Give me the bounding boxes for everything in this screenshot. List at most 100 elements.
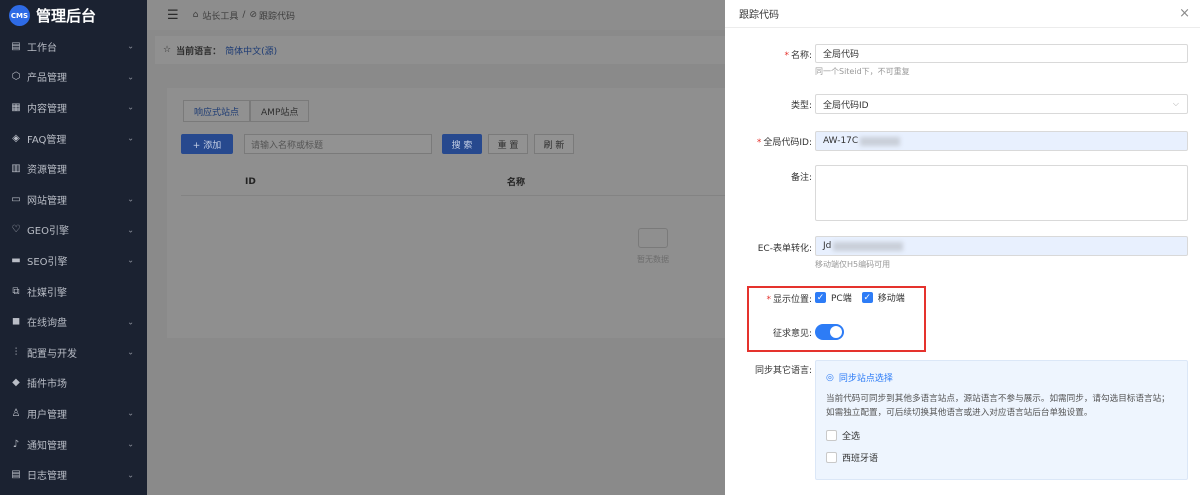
sidebar-item-0[interactable]: ▤ 工作台 ⌄ bbox=[0, 31, 147, 62]
plugin-icon: ◆ bbox=[12, 377, 20, 389]
redacted-blur bbox=[833, 241, 904, 251]
box-icon: ⬡ bbox=[11, 71, 21, 83]
sidebar-item-2[interactable]: ▦ 内容管理 ⌄ bbox=[0, 92, 147, 123]
name-field[interactable]: 全局代码 bbox=[815, 44, 1188, 63]
chat-icon: ◼ bbox=[11, 316, 21, 328]
sidebar-item-9[interactable]: ◼ 在线询盘 ⌄ bbox=[0, 306, 147, 337]
search-button[interactable]: 搜 索 bbox=[442, 134, 482, 154]
chevron-down-icon: ⌄ bbox=[127, 225, 134, 235]
sidebar-item-10[interactable]: ⫶ 配置与开发 ⌄ bbox=[0, 337, 147, 368]
ec-value: Jd bbox=[823, 241, 832, 251]
remark-row: 备注: bbox=[725, 165, 1200, 221]
type-select[interactable]: 全局代码ID ⌵ bbox=[815, 94, 1188, 114]
chevron-down-icon: ⌄ bbox=[127, 408, 134, 418]
chevron-down-icon: ⌄ bbox=[127, 72, 134, 82]
remark-label: 备注: bbox=[790, 173, 812, 183]
ec-help: 移动端仅H5编码可用 bbox=[815, 260, 891, 269]
breadcrumb-current: 跟踪代码 bbox=[258, 11, 295, 22]
sidebar-item-label: FAQ管理 bbox=[27, 134, 67, 146]
ec-row: EC-表单转化: Jd bbox=[725, 236, 1200, 256]
sync-site-link[interactable]: ◎ 同步站点选择 bbox=[826, 371, 1177, 385]
logo[interactable]: CMS 管理后台 bbox=[0, 0, 147, 31]
name-row: * 名称: 全局代码 bbox=[725, 44, 1200, 64]
sidebar-item-7[interactable]: ▬ SEO引擎 ⌄ bbox=[0, 245, 147, 276]
sidebar-item-label: 通知管理 bbox=[27, 440, 67, 452]
sidebar-item-label: 产品管理 bbox=[27, 73, 67, 85]
col-id: ID bbox=[245, 176, 256, 187]
chevron-down-icon: ⌄ bbox=[127, 470, 134, 480]
heart-icon: ♡ bbox=[11, 224, 21, 236]
sidebar-item-11[interactable]: ◆ 插件市场 bbox=[0, 368, 147, 399]
sidebar-item-5[interactable]: ▭ 网站管理 ⌄ bbox=[0, 184, 147, 215]
sync-panel: ◎ 同步站点选择 当前代码可同步到其他多语言站点，源站语言不参与展示。如需同步，请… bbox=[815, 360, 1188, 480]
add-button[interactable]: + 添加 bbox=[181, 134, 233, 154]
close-icon[interactable]: × bbox=[1179, 6, 1190, 21]
sidebar-item-14[interactable]: ▤ 日志管理 ⌄ bbox=[0, 459, 147, 490]
sidebar: CMS 管理后台 ▤ 工作台 ⌄ ⬡ 产品管理 ⌄ ▦ 内容管理 ⌄ ◈ FAQ管理 ⌄ ▥ 资源管理 ▭ 网… bbox=[0, 0, 147, 495]
highlight-box bbox=[747, 286, 926, 352]
sync-description: 当前代码可同步到其他多语言站点，源站语言不参与展示。如需同步，请勾选目标语言站；… bbox=[826, 394, 1170, 418]
sidebar-item-13[interactable]: ♪ 通知管理 ⌄ bbox=[0, 429, 147, 460]
tab-responsive[interactable]: 响应式站点 bbox=[183, 100, 251, 122]
sidebar-item-label: 配置与开发 bbox=[27, 348, 77, 360]
name-help: 同一个Siteid下，不可重复 bbox=[815, 67, 910, 76]
table-header: ID 名称 bbox=[181, 168, 725, 196]
website-icon: ▭ bbox=[11, 193, 21, 205]
refresh-button[interactable]: 刷 新 bbox=[534, 134, 574, 154]
code-icon: ⊘ bbox=[249, 10, 257, 20]
sidebar-item-label: 日志管理 bbox=[27, 471, 67, 483]
language-label: 当前语言： bbox=[176, 46, 222, 57]
sidebar-item-8[interactable]: ⧉ 社媒引擎 bbox=[0, 276, 147, 307]
site-tabs: 响应式站点 AMP站点 bbox=[183, 100, 310, 122]
menu-toggle-icon[interactable]: ☰ bbox=[167, 8, 179, 23]
star-icon: ☆ bbox=[163, 45, 172, 55]
sidebar-item-4[interactable]: ▥ 资源管理 bbox=[0, 153, 147, 184]
chevron-down-icon: ⌄ bbox=[127, 439, 134, 449]
sidebar-item-3[interactable]: ◈ FAQ管理 ⌄ bbox=[0, 123, 147, 154]
reset-button[interactable]: 重 置 bbox=[488, 134, 528, 154]
sync-all-checkbox[interactable]: 全选 bbox=[826, 429, 1177, 442]
logo-text: 管理后台 bbox=[36, 7, 97, 25]
share-icon: ⧉ bbox=[12, 285, 20, 297]
global-id-label: * 全局代码ID: bbox=[756, 138, 812, 148]
content-card: 响应式站点 AMP站点 + 添加 请输入名称或标题 搜 索 重 置 刷 新 ID… bbox=[167, 88, 725, 338]
remark-textarea[interactable] bbox=[815, 165, 1188, 221]
empty-state: 暂无数据 bbox=[637, 228, 669, 265]
chevron-down-icon: ⌄ bbox=[127, 317, 134, 327]
tab-amp[interactable]: AMP站点 bbox=[250, 100, 310, 122]
sync-spanish-checkbox[interactable]: 西班牙语 bbox=[826, 451, 1177, 464]
sidebar-item-1[interactable]: ⬡ 产品管理 ⌄ bbox=[0, 62, 147, 93]
sidebar-item-label: 工作台 bbox=[27, 42, 57, 54]
sidebar-item-label: GEO引擎 bbox=[27, 226, 69, 238]
language-value[interactable]: 简体中文(源) bbox=[225, 44, 277, 57]
dashboard-icon: ▤ bbox=[11, 40, 21, 52]
global-id-field[interactable]: AW-17C bbox=[815, 131, 1188, 151]
logo-badge: CMS bbox=[9, 5, 30, 26]
chevron-down-icon: ⌵ bbox=[1172, 99, 1179, 108]
chevron-down-icon: ⌄ bbox=[127, 347, 134, 357]
tracking-code-drawer: 跟踪代码 × * 名称: 全局代码 同一个Siteid下，不可重复 类型: 全局代… bbox=[725, 0, 1200, 495]
sidebar-item-label: 网站管理 bbox=[27, 195, 67, 207]
breadcrumb-separator: / bbox=[242, 10, 246, 20]
type-value: 全局代码ID bbox=[823, 100, 869, 111]
ec-label: EC-表单转化: bbox=[757, 244, 812, 254]
search-input[interactable]: 请输入名称或标题 bbox=[244, 134, 432, 154]
checkbox-icon bbox=[826, 452, 837, 463]
breadcrumb-tools[interactable]: 站长工具 bbox=[202, 9, 238, 22]
main-content: ☰ ⌂ 站长工具 / ⊘ 跟踪代码 ☆ 当前语言： 简体中文(源) 响应式站点 … bbox=[147, 0, 725, 495]
empty-text: 暂无数据 bbox=[637, 255, 669, 264]
sliders-icon: ⫶ bbox=[14, 346, 18, 358]
empty-box-icon bbox=[638, 228, 668, 248]
chevron-down-icon: ⌄ bbox=[127, 255, 134, 265]
sidebar-item-6[interactable]: ♡ GEO引擎 ⌄ bbox=[0, 215, 147, 246]
drawer-header: 跟踪代码 × bbox=[725, 0, 1200, 28]
sidebar-item-12[interactable]: ♙ 用户管理 ⌄ bbox=[0, 398, 147, 429]
chevron-down-icon: ⌄ bbox=[127, 41, 134, 51]
type-row: 类型: 全局代码ID ⌵ bbox=[725, 94, 1200, 114]
name-label: * 名称: bbox=[784, 51, 812, 61]
col-name: 名称 bbox=[507, 178, 526, 188]
chevron-down-icon: ⌄ bbox=[127, 133, 134, 143]
folder-icon: ▥ bbox=[11, 163, 21, 175]
ec-field[interactable]: Jd bbox=[815, 236, 1188, 256]
monitor-icon: ▬ bbox=[11, 254, 21, 266]
